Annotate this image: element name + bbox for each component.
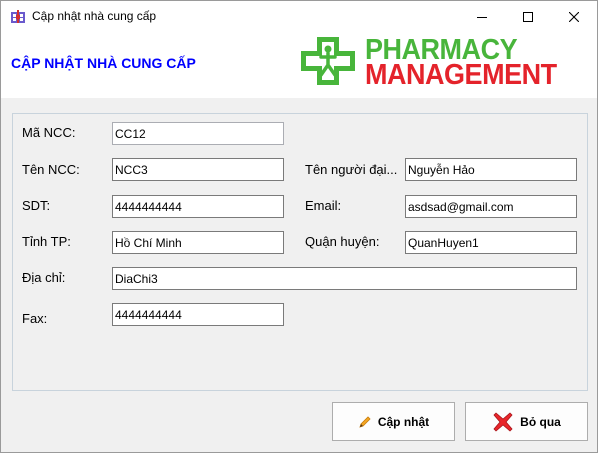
email-field[interactable]: asdsad@gmail.com [405, 195, 577, 218]
maximize-icon [523, 11, 533, 22]
ten-nguoi-dai-dien-label: Tên người đại... [305, 162, 398, 177]
logo-text-management: MANAGEMENT [365, 59, 557, 91]
title-bar[interactable]: Cập nhật nhà cung cấp [1, 1, 597, 32]
tinh-tp-label: Tỉnh TP: [22, 234, 71, 249]
cancel-button[interactable]: Bỏ qua [465, 402, 588, 441]
app-icon [11, 10, 25, 23]
dia-chi-field[interactable]: DiaChi3 [112, 267, 577, 290]
cancel-button-label: Bỏ qua [520, 414, 561, 429]
ten-ncc-field[interactable]: NCC3 [112, 158, 284, 181]
ten-nguoi-dai-dien-field[interactable]: Nguyễn Hảo [405, 158, 577, 181]
ma-ncc-field[interactable]: CC12 [112, 122, 284, 145]
sdt-field[interactable]: 4444444444 [112, 195, 284, 218]
header-panel: CẬP NHẬT NHÀ CUNG CẤP PHARMACY MANAGEMEN… [1, 32, 597, 98]
pharmacy-cross-icon [301, 37, 355, 85]
dia-chi-label: Địa chỉ: [22, 270, 66, 285]
ten-ncc-label: Tên NCC: [22, 162, 80, 177]
ma-ncc-label: Mã NCC: [22, 125, 76, 140]
sdt-label: SDT: [22, 198, 51, 213]
minimize-icon [477, 16, 487, 18]
red-x-icon [492, 411, 514, 433]
pencil-icon [358, 415, 372, 429]
close-button[interactable] [551, 1, 597, 32]
update-button[interactable]: Cập nhật [332, 402, 455, 441]
quan-huyen-field[interactable]: QuanHuyen1 [405, 231, 577, 254]
page-title: CẬP NHẬT NHÀ CUNG CẤP [11, 55, 196, 71]
minimize-button[interactable] [459, 1, 505, 32]
fax-label: Fax: [22, 311, 48, 326]
update-button-label: Cập nhật [377, 414, 430, 429]
tinh-tp-field[interactable]: Hồ Chí Minh [112, 231, 284, 254]
fax-field[interactable]: 4444444444 [112, 303, 284, 326]
close-icon [569, 11, 579, 22]
window-title: Cập nhật nhà cung cấp [32, 9, 157, 23]
email-label: Email: [305, 198, 342, 213]
maximize-button[interactable] [505, 1, 551, 32]
update-supplier-window: Cập nhật nhà cung cấp CẬP NHẬT NHÀ CUNG … [0, 0, 598, 453]
quan-huyen-label: Quận huyện: [305, 234, 380, 249]
